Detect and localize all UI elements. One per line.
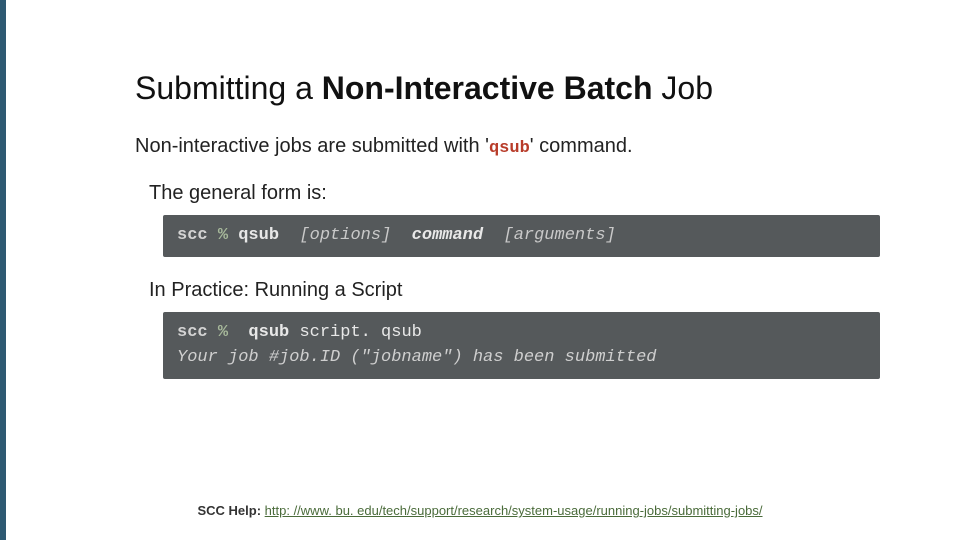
intro-before: Non-interactive jobs are submitted with … bbox=[135, 135, 489, 157]
code2-pct: % bbox=[218, 323, 228, 342]
slide-title: Submitting a Non-Interactive Batch Job bbox=[135, 70, 880, 107]
code1-args: [arguments] bbox=[504, 226, 616, 245]
code2-prompt: scc bbox=[177, 323, 208, 342]
footer-label: SCC Help: bbox=[197, 503, 261, 518]
code2-output: Your job #job.ID ("jobname") has been su… bbox=[177, 348, 656, 367]
code-general-form: scc % qsub [options] command [arguments] bbox=[163, 215, 880, 257]
general-form-label: The general form is: bbox=[149, 182, 880, 205]
title-part1: Submitting a bbox=[135, 70, 322, 106]
practice-label: In Practice: Running a Script bbox=[149, 279, 880, 302]
intro-after: ' command. bbox=[530, 135, 633, 157]
code2-script: script. qsub bbox=[299, 323, 421, 342]
title-part2: Job bbox=[653, 70, 713, 106]
code1-prompt: scc bbox=[177, 226, 208, 245]
code2-cmd: qsub bbox=[248, 323, 289, 342]
code1-command: command bbox=[412, 226, 483, 245]
code1-opts: [options] bbox=[299, 226, 391, 245]
slide-content: Submitting a Non-Interactive Batch Job N… bbox=[0, 0, 960, 540]
footer: SCC Help: http: //www. bu. edu/tech/supp… bbox=[0, 503, 960, 518]
intro-cmd: qsub bbox=[489, 139, 530, 158]
code1-cmd: qsub bbox=[238, 226, 279, 245]
title-bold: Non-Interactive Batch bbox=[322, 70, 653, 106]
intro-line: Non-interactive jobs are submitted with … bbox=[135, 135, 880, 158]
code1-pct: % bbox=[218, 226, 228, 245]
footer-link[interactable]: http: //www. bu. edu/tech/support/resear… bbox=[265, 503, 763, 518]
code-practice: scc % qsub script. qsub Your job #job.ID… bbox=[163, 312, 880, 379]
